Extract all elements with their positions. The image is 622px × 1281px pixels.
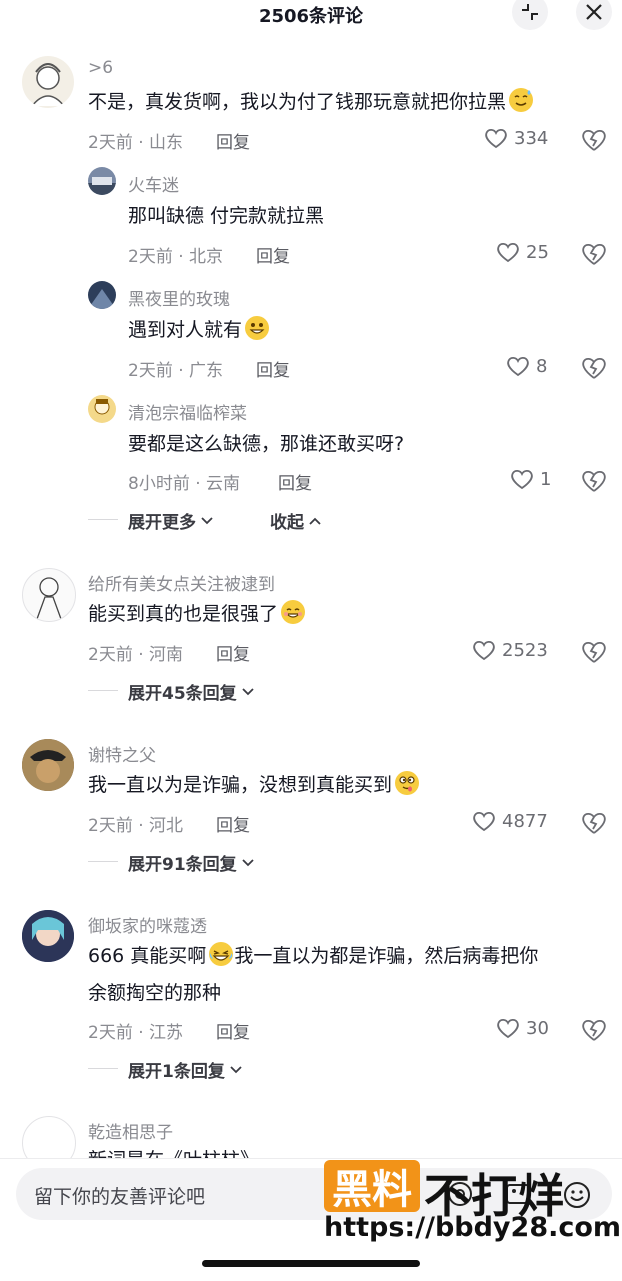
collapse-replies-button[interactable]: 收起: [270, 508, 322, 533]
chevron-down-icon: [242, 687, 254, 695]
close-icon: [586, 4, 602, 20]
expand-replies-button[interactable]: 展开1条回复: [128, 1057, 243, 1082]
expand-replies-label: 展开91条回复: [128, 855, 237, 875]
comment-meta: 2天前 · 江苏: [88, 1023, 184, 1043]
comment-text: 能买到真的也是很强了: [88, 596, 306, 632]
avatar[interactable]: [88, 167, 116, 195]
heart-icon: [473, 811, 495, 832]
watermark-url: https://bbdy28.com: [324, 1212, 622, 1243]
avatar[interactable]: [22, 568, 76, 622]
username[interactable]: 谢特之父: [88, 741, 156, 766]
comment-input-placeholder: 留下你的友善评论吧: [34, 1186, 206, 1208]
blush-emoji-icon: [281, 600, 306, 624]
comment-text: 我一直以为是诈骗，没想到真能买到: [88, 767, 420, 803]
heart-icon: [511, 469, 533, 490]
like-count: 8: [536, 355, 548, 377]
broken-heart-icon[interactable]: [580, 353, 608, 381]
heart-icon: [507, 356, 529, 377]
reply-button[interactable]: 回复: [256, 356, 290, 381]
like-count: 25: [526, 241, 549, 263]
avatar[interactable]: [88, 395, 116, 423]
expand-more-label: 展开更多: [128, 513, 196, 533]
grin-emoji-icon: [245, 316, 270, 340]
heart-icon: [473, 640, 495, 661]
like-count: 334: [514, 127, 549, 149]
reply-button[interactable]: 回复: [216, 640, 250, 665]
reply-text: 遇到对人就有: [128, 312, 270, 348]
broken-heart-icon[interactable]: [580, 125, 608, 153]
reply-text: 要都是这么缺德，那谁还敢买呀?: [128, 433, 405, 455]
reply-button[interactable]: 回复: [216, 128, 250, 153]
expand-replies-button[interactable]: 展开91条回复: [128, 850, 255, 875]
like-count: 1: [540, 468, 552, 490]
comment-meta: 2天前 · 河北: [88, 816, 184, 836]
like-button[interactable]: 334: [484, 127, 548, 149]
broken-heart-icon[interactable]: [580, 1015, 608, 1043]
heart-icon: [497, 1018, 519, 1039]
reply-meta: 2天前 · 广东: [128, 361, 224, 381]
broken-heart-icon[interactable]: [580, 466, 608, 494]
like-count: 30: [526, 1017, 549, 1039]
reply-button[interactable]: 回复: [256, 242, 290, 267]
like-count: 4877: [502, 810, 548, 832]
comment-text-continued: 余额掏空的那种: [88, 982, 222, 1004]
collapse-label: 收起: [270, 513, 304, 533]
avatar[interactable]: [22, 739, 74, 791]
laugh-cry-emoji-icon: [209, 942, 234, 966]
comment-meta: 2天前 · 山东: [88, 133, 184, 153]
expand-replies-button[interactable]: 展开45条回复: [128, 679, 255, 704]
username[interactable]: 黑夜里的玫瑰: [128, 285, 230, 310]
like-button[interactable]: 30: [496, 1017, 549, 1039]
username[interactable]: 火车迷: [128, 171, 179, 196]
avatar[interactable]: [88, 281, 116, 309]
username[interactable]: 乾造相思子: [88, 1118, 173, 1143]
username[interactable]: >6: [88, 58, 113, 78]
comment-meta: 2天前 · 河南: [88, 645, 184, 665]
like-button[interactable]: 1: [510, 468, 551, 490]
username[interactable]: 清泡宗福临榨菜: [128, 399, 247, 424]
expand-replies-label: 展开45条回复: [128, 684, 237, 704]
divider: [88, 690, 118, 691]
like-button[interactable]: 4877: [472, 810, 548, 832]
avatar[interactable]: [22, 56, 74, 108]
divider: [88, 519, 118, 520]
reply-text: 那叫缺德 付完款就拉黑: [128, 205, 325, 227]
reply-meta: 2天前 · 北京: [128, 247, 224, 267]
dizzy-emoji-icon: [395, 771, 420, 795]
expand-replies-label: 展开1条回复: [128, 1062, 225, 1082]
chevron-down-icon: [230, 1065, 242, 1073]
broken-heart-icon[interactable]: [580, 637, 608, 665]
expand-more-button[interactable]: 展开更多: [128, 508, 214, 533]
home-indicator: [202, 1260, 420, 1267]
reply-button[interactable]: 回复: [216, 811, 250, 836]
broken-heart-icon[interactable]: [580, 239, 608, 267]
sweat-smile-emoji-icon: [509, 88, 534, 112]
chevron-down-icon: [201, 516, 213, 524]
comment-text: 666 真能买啊 我一直以为都是诈骗，然后病毒把你: [88, 938, 538, 974]
divider: [88, 1068, 118, 1069]
heart-icon: [485, 128, 507, 149]
divider: [88, 861, 118, 862]
username[interactable]: 给所有美女点关注被逮到: [88, 570, 275, 595]
comment-text: 新词是在《叶柱柱》: [88, 1142, 259, 1158]
emoji-picker-icon[interactable]: [562, 1180, 592, 1210]
broken-heart-icon[interactable]: [580, 808, 608, 836]
chevron-down-icon: [242, 858, 254, 866]
like-count: 2523: [502, 639, 548, 661]
comment-text: 不是，真发货啊，我以为付了钱那玩意就把你拉黑: [88, 84, 534, 120]
like-button[interactable]: 2523: [472, 639, 548, 661]
avatar[interactable]: [22, 910, 74, 962]
reply-button[interactable]: 回复: [278, 469, 312, 494]
like-button[interactable]: 8: [506, 355, 547, 377]
watermark-logo: 黑料: [324, 1160, 420, 1213]
chevron-up-icon: [309, 517, 321, 525]
heart-icon: [497, 242, 519, 263]
reply-button[interactable]: 回复: [216, 1018, 250, 1043]
reply-meta: 8小时前 · 云南: [128, 474, 241, 494]
like-button[interactable]: 25: [496, 241, 549, 263]
username[interactable]: 御坂家的咪蔻透: [88, 912, 207, 937]
collapse-icon: [522, 4, 538, 20]
